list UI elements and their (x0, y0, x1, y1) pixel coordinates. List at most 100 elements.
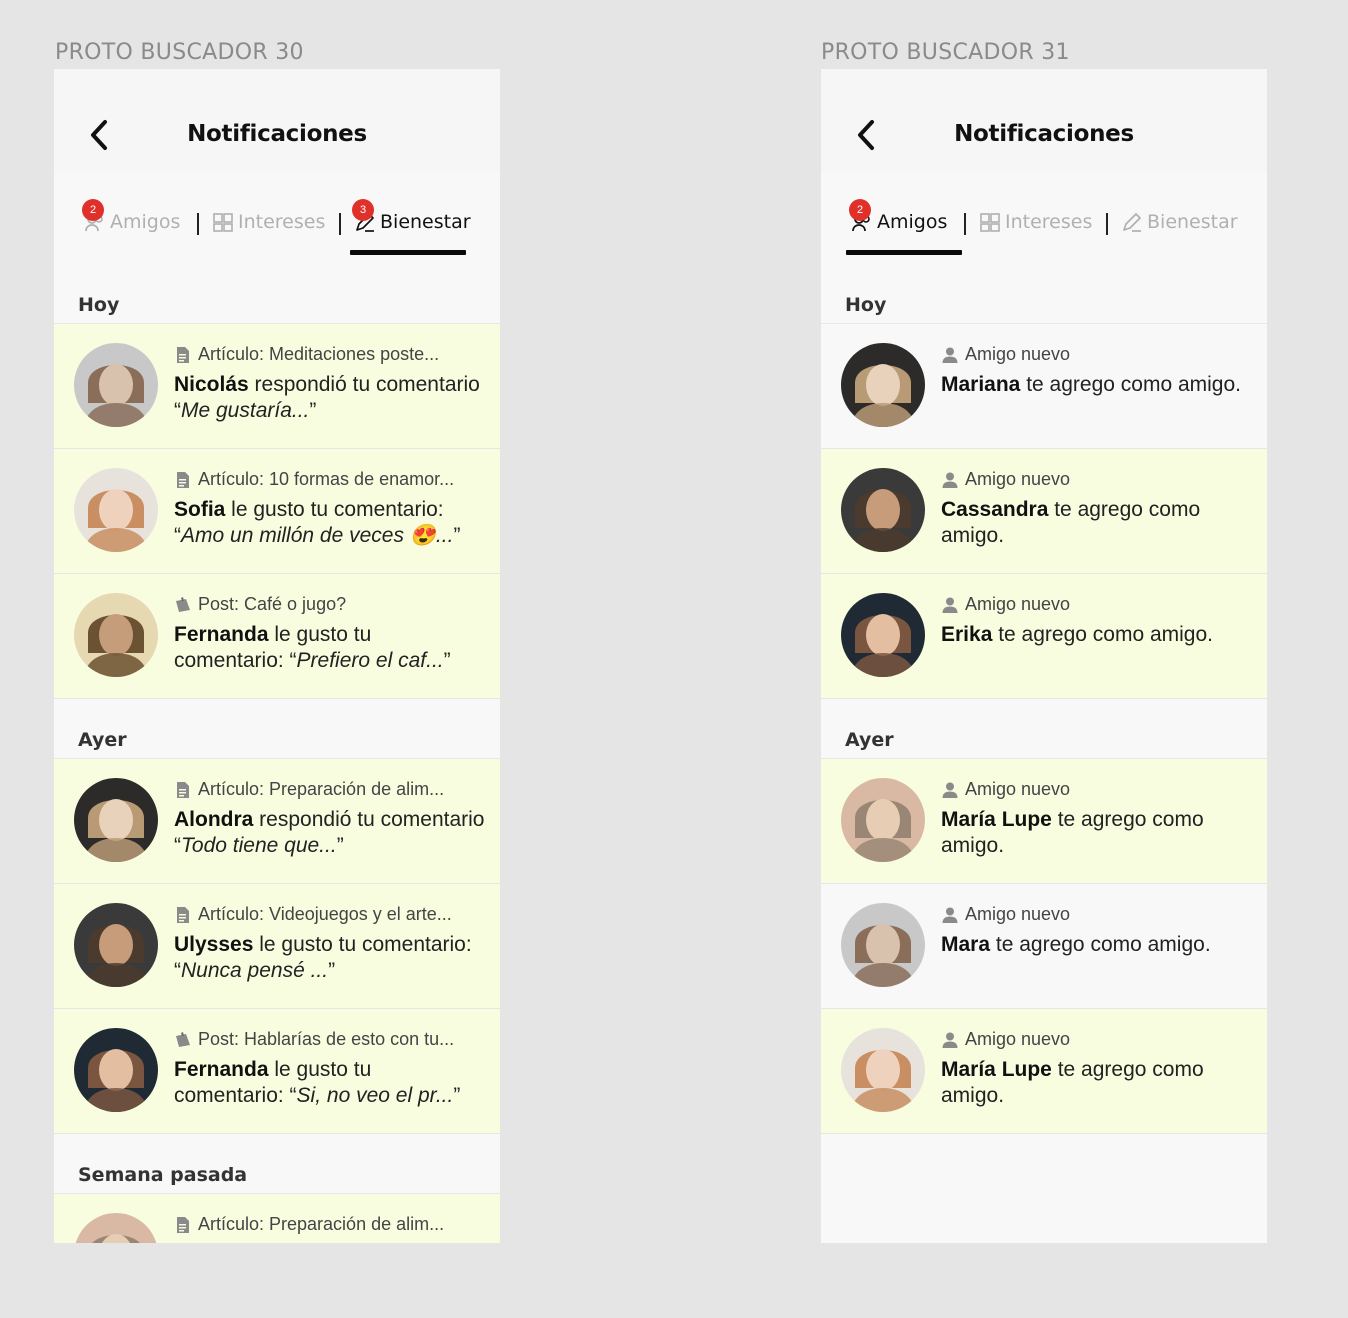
notification-source[interactable]: Artículo: Videojuegos y el arte... (174, 904, 486, 925)
user-name[interactable]: Fernanda (174, 623, 269, 646)
tab-label: Amigos (877, 211, 948, 233)
notification-item[interactable]: Amigo nuevo Erika te agrego como amigo. (821, 574, 1267, 699)
notification-item[interactable]: Artículo: Videojuegos y el arte... Ulysse… (54, 884, 500, 1009)
avatar[interactable] (841, 593, 925, 677)
notification-source-label: Amigo nuevo (965, 904, 1071, 924)
notification-item[interactable]: Amigo nuevo Mara te agrego como amigo. (821, 884, 1267, 1009)
notification-message: María Lupe te agrego como amigo. (941, 807, 1253, 859)
tab-intereses[interactable]: Intereses (979, 211, 1092, 233)
user-name[interactable]: Mara (941, 933, 990, 956)
avatar[interactable] (841, 778, 925, 862)
avatar[interactable] (74, 468, 158, 552)
notification-item[interactable]: Artículo: 10 formas de enamor... Sofia le… (54, 449, 500, 574)
avatar[interactable] (841, 903, 925, 987)
notification-message: Fernanda le gusto tu comentario: “Prefie… (174, 622, 486, 674)
notification-message: Mara te agrego como amigo. (941, 932, 1253, 958)
section-header: Hoy (54, 279, 500, 324)
notification-source[interactable]: Amigo nuevo (941, 594, 1253, 615)
notification-tabs: 2 Amigos Intereses Bienestar (821, 171, 1267, 279)
tab-bienestar[interactable]: Bienestar (1121, 211, 1238, 233)
notification-message: Sofia le gusto tu comentario: “Amo un mi… (174, 497, 486, 549)
user-name[interactable]: María Lupe (941, 808, 1052, 831)
comment-quote: Prefiero el caf... (296, 649, 444, 672)
user-name[interactable]: Cassandra (941, 498, 1048, 521)
notification-item[interactable]: Post: Hablarías de esto con tu... Fernand… (54, 1009, 500, 1134)
notification-item[interactable]: Post: Café o jugo? Fernanda le gusto tu c… (54, 574, 500, 699)
notification-source[interactable]: Artículo: Meditaciones poste... (174, 344, 486, 365)
notifications-screen: Notificaciones 2 Amigos Intereses Bienestar H… (821, 69, 1267, 1243)
notification-source-label: Amigo nuevo (965, 344, 1071, 364)
avatar[interactable] (74, 778, 158, 862)
notification-source[interactable]: Amigo nuevo (941, 469, 1253, 490)
notification-source[interactable]: Post: Café o jugo? (174, 594, 486, 615)
notification-source-label: Post: Hablarías de esto con tu... (198, 1029, 455, 1049)
quote-close: ” (453, 1084, 461, 1107)
document-icon (174, 346, 192, 364)
user-name[interactable]: Erika (941, 623, 992, 646)
tab-bienestar[interactable]: 3 Bienestar (352, 199, 471, 233)
notification-action: te agrego como amigo. (1020, 373, 1241, 396)
user-name[interactable]: María Lupe (941, 1058, 1052, 1081)
avatar[interactable] (74, 593, 158, 677)
tab-amigos[interactable]: 2 Amigos (82, 199, 181, 233)
user-name[interactable]: Mariana (941, 373, 1020, 396)
person-icon (941, 346, 959, 364)
tab-label: Bienestar (1147, 211, 1238, 233)
notification-source[interactable]: Artículo: 10 formas de enamor... (174, 469, 486, 490)
avatar[interactable] (74, 1028, 158, 1112)
document-icon (174, 906, 192, 924)
notification-message: Mariana te agrego como amigo. (941, 372, 1253, 398)
notification-item[interactable]: Artículo: Preparación de alim... (54, 1194, 500, 1243)
notification-count-badge: 3 (352, 199, 374, 221)
notification-source[interactable]: Artículo: Preparación de alim... (174, 779, 486, 800)
notification-message: Alondra respondió tu comentario “Todo ti… (174, 807, 486, 859)
notification-source[interactable]: Amigo nuevo (941, 779, 1253, 800)
avatar[interactable] (841, 468, 925, 552)
tab-label: Bienestar (380, 211, 471, 233)
frame-label: PROTO BUSCADOR 31 (821, 40, 1070, 65)
page-title: Notificaciones (187, 121, 367, 147)
notification-item[interactable]: Amigo nuevo Mariana te agrego como amigo. (821, 324, 1267, 449)
avatar[interactable] (74, 343, 158, 427)
notification-source[interactable]: Post: Hablarías de esto con tu... (174, 1029, 486, 1050)
notification-item[interactable]: Amigo nuevo María Lupe te agrego como ami… (821, 759, 1267, 884)
notification-source-label: Post: Café o jugo? (198, 594, 347, 614)
notification-item[interactable]: Amigo nuevo Cassandra te agrego como amig… (821, 449, 1267, 574)
notification-action: te agrego como amigo. (990, 933, 1211, 956)
comment-quote: Me gustaría... (181, 399, 310, 422)
notification-source[interactable]: Amigo nuevo (941, 1029, 1253, 1050)
tab-divider (339, 213, 341, 235)
user-name[interactable]: Alondra (174, 808, 253, 831)
comment-quote: Si, no veo el pr... (296, 1084, 454, 1107)
notification-source[interactable]: Artículo: Preparación de alim... (174, 1214, 486, 1235)
tab-intereses[interactable]: Intereses (212, 211, 325, 233)
comment-quote: Todo tiene que... (181, 834, 337, 857)
notification-item[interactable]: Artículo: Meditaciones poste... Nicolás r… (54, 324, 500, 449)
app-header: Notificaciones (54, 69, 500, 171)
tab-amigos[interactable]: 2 Amigos (849, 199, 948, 233)
notification-item[interactable]: Amigo nuevo María Lupe te agrego como ami… (821, 1009, 1267, 1134)
quote-close: ” (453, 524, 461, 547)
user-name[interactable]: Fernanda (174, 1058, 269, 1081)
user-name[interactable]: Nicolás (174, 373, 249, 396)
document-icon (174, 471, 192, 489)
tab-label: Amigos (110, 211, 181, 233)
avatar[interactable] (841, 1028, 925, 1112)
avatar[interactable] (841, 343, 925, 427)
notification-source[interactable]: Amigo nuevo (941, 344, 1253, 365)
notification-source-label: Amigo nuevo (965, 779, 1071, 799)
section-header: Ayer (821, 714, 1267, 759)
page-title: Notificaciones (954, 121, 1134, 147)
tab-label: Intereses (1005, 211, 1093, 233)
user-name[interactable]: Sofia (174, 498, 225, 521)
tab-divider (197, 213, 199, 235)
user-name[interactable]: Ulysses (174, 933, 253, 956)
avatar[interactable] (74, 903, 158, 987)
tab-divider (1106, 213, 1108, 235)
avatar[interactable] (74, 1213, 158, 1243)
grid-icon (979, 211, 1001, 233)
notification-source[interactable]: Amigo nuevo (941, 904, 1253, 925)
notification-item[interactable]: Artículo: Preparación de alim... Alondra … (54, 759, 500, 884)
